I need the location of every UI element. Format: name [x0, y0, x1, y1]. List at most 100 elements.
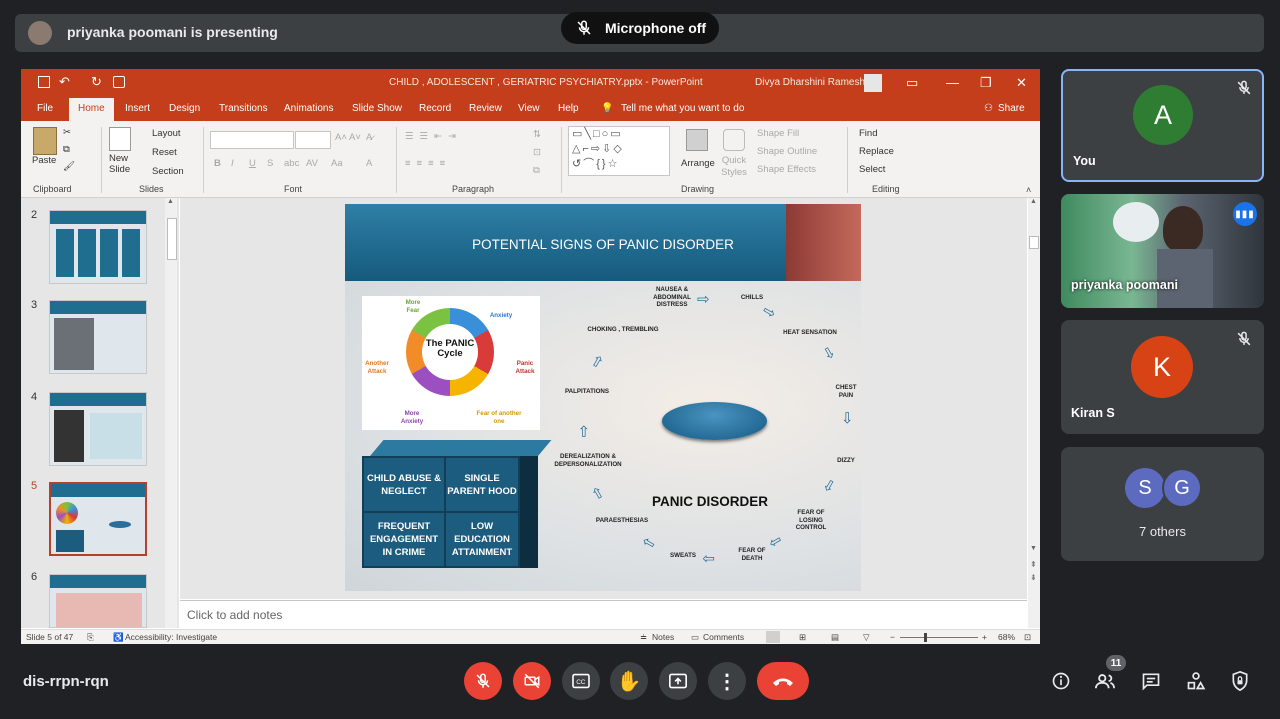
meeting-details-button[interactable]: [1050, 670, 1072, 692]
cut-icon[interactable]: ✂: [63, 127, 71, 138]
more-options-button[interactable]: ⋮: [708, 662, 746, 700]
font-size-field[interactable]: [295, 131, 331, 149]
minimize-icon[interactable]: —: [946, 75, 959, 90]
close-icon[interactable]: ✕: [1016, 75, 1027, 91]
italic-icon[interactable]: I: [231, 158, 234, 169]
tab-help[interactable]: Help: [558, 103, 579, 114]
slide-thumbnail-2[interactable]: [49, 210, 147, 284]
people-button[interactable]: [1094, 670, 1116, 692]
zoom-in-icon[interactable]: +: [982, 632, 987, 642]
slide-thumbnail-3[interactable]: [49, 300, 147, 374]
font-color-icon[interactable]: A: [366, 158, 372, 169]
tab-transitions[interactable]: Transitions: [219, 103, 268, 114]
chat-button[interactable]: [1140, 670, 1162, 692]
current-slide[interactable]: POTENTIAL SIGNS OF PANIC DISORDER The PA…: [345, 204, 861, 591]
captions-button[interactable]: CC: [562, 662, 600, 700]
slideshow-view-icon[interactable]: ▽: [863, 632, 870, 643]
participant-tile-priyanka[interactable]: priyanka poomani ▮▮▮: [1061, 194, 1264, 308]
tab-slide-show[interactable]: Slide Show: [352, 103, 402, 114]
save-icon[interactable]: [38, 76, 50, 88]
participant-tile-others[interactable]: S G 7 others: [1061, 447, 1264, 561]
slide-sorter-icon[interactable]: ⊞: [799, 632, 806, 643]
present-now-button[interactable]: [659, 662, 697, 700]
reset-button[interactable]: Reset: [152, 147, 177, 158]
tab-design[interactable]: Design: [169, 103, 200, 114]
user-avatar[interactable]: [864, 74, 882, 92]
share-button[interactable]: Share: [998, 103, 1025, 114]
present-icon[interactable]: [113, 76, 125, 88]
align-text-icon[interactable]: ⊡: [533, 147, 541, 158]
clear-format-icon[interactable]: A̷: [366, 132, 372, 143]
select-button[interactable]: Select: [859, 164, 885, 175]
strikethrough-icon[interactable]: abc: [284, 158, 299, 169]
leave-call-button[interactable]: [757, 662, 809, 700]
account-name[interactable]: Divya Dharshini Ramesh: [755, 77, 865, 88]
arrange-button[interactable]: Arrange: [681, 158, 715, 169]
notes-placeholder[interactable]: Click to add notes: [187, 608, 282, 622]
restore-icon[interactable]: ❐: [980, 75, 992, 91]
host-controls-button[interactable]: [1229, 670, 1251, 692]
slide-scrollbar[interactable]: ▲ ▼ ⇞ ⇟: [1028, 198, 1040, 628]
participant-tile-you[interactable]: A You: [1061, 69, 1264, 182]
new-slide-icon[interactable]: [109, 127, 131, 151]
tab-file[interactable]: File: [37, 103, 53, 114]
activities-button[interactable]: [1185, 670, 1207, 692]
zoom-out-icon[interactable]: −: [890, 632, 895, 642]
bold-icon[interactable]: B: [214, 158, 221, 169]
undo-icon[interactable]: ↶: [59, 74, 70, 90]
tab-animations[interactable]: Animations: [284, 103, 333, 114]
shadow-icon[interactable]: S: [267, 158, 273, 169]
collapse-ribbon-icon[interactable]: ˄: [1026, 185, 1031, 195]
slide-thumbnail-6[interactable]: [49, 574, 147, 628]
paste-icon[interactable]: [33, 127, 57, 155]
layout-button[interactable]: Layout: [152, 128, 181, 139]
underline-icon[interactable]: U: [249, 158, 256, 169]
scroll-thumb[interactable]: [1029, 236, 1039, 249]
camera-toggle-button[interactable]: [513, 662, 551, 700]
font-name-field[interactable]: [210, 131, 294, 149]
shape-fill-button[interactable]: Shape Fill: [757, 128, 799, 139]
shapes-gallery[interactable]: ▭╲□○▭ △⌐⇨⇩◇ ↺⌒{}☆: [568, 126, 670, 176]
comments-button[interactable]: Comments: [703, 632, 744, 642]
section-button[interactable]: Section: [152, 166, 184, 177]
tab-view[interactable]: View: [518, 103, 540, 114]
shape-effects-button[interactable]: Shape Effects: [757, 164, 816, 175]
scroll-thumb[interactable]: [167, 218, 177, 260]
arrange-icon[interactable]: [686, 129, 708, 151]
fit-slide-icon[interactable]: ⊡: [1024, 632, 1031, 643]
tab-review[interactable]: Review: [469, 103, 502, 114]
scroll-up-icon[interactable]: ▲: [1030, 198, 1037, 205]
zoom-slider-thumb[interactable]: [924, 633, 927, 642]
scroll-down-icon[interactable]: ▼: [1030, 545, 1037, 552]
zoom-level[interactable]: 68%: [998, 632, 1015, 642]
change-case-icon[interactable]: Aa: [331, 158, 343, 169]
quick-styles-button[interactable]: Quick Styles: [720, 155, 748, 179]
spellcheck-icon[interactable]: ⎘: [87, 632, 94, 643]
redo-icon[interactable]: ↻: [91, 74, 102, 90]
notes-button[interactable]: Notes: [652, 632, 674, 642]
align-icon[interactable]: ≡≡≡≡: [405, 158, 451, 169]
find-button[interactable]: Find: [859, 128, 877, 139]
tab-insert[interactable]: Insert: [125, 103, 150, 114]
grow-font-icon[interactable]: A˄ A˅: [335, 132, 361, 143]
format-painter-icon[interactable]: 🖌: [63, 161, 75, 172]
tab-home[interactable]: Home: [69, 98, 114, 121]
ribbon-display-icon[interactable]: ▭: [906, 75, 918, 91]
normal-view-icon[interactable]: [766, 631, 780, 643]
scroll-up-icon[interactable]: ▲: [167, 198, 174, 205]
bullets-icon[interactable]: ☰☰⇤⇥: [405, 131, 462, 142]
char-spacing-icon[interactable]: AV: [306, 158, 318, 169]
shape-outline-button[interactable]: Shape Outline: [757, 146, 817, 157]
participant-tile-kiran[interactable]: K Kiran S: [1061, 320, 1264, 434]
new-slide-button[interactable]: New Slide: [109, 153, 135, 175]
raise-hand-button[interactable]: ✋: [610, 662, 648, 700]
previous-slide-icon[interactable]: ⇞: [1030, 560, 1037, 569]
mic-toggle-button[interactable]: [464, 662, 502, 700]
next-slide-icon[interactable]: ⇟: [1030, 573, 1037, 582]
replace-button[interactable]: Replace: [859, 146, 894, 157]
thumbnails-scrollbar[interactable]: ▲: [165, 198, 177, 628]
notes-pane[interactable]: Click to add notes: [180, 600, 1027, 629]
tab-record[interactable]: Record: [419, 103, 451, 114]
tell-me-search[interactable]: Tell me what you want to do: [621, 103, 744, 114]
slide-thumbnail-5[interactable]: [49, 482, 147, 556]
